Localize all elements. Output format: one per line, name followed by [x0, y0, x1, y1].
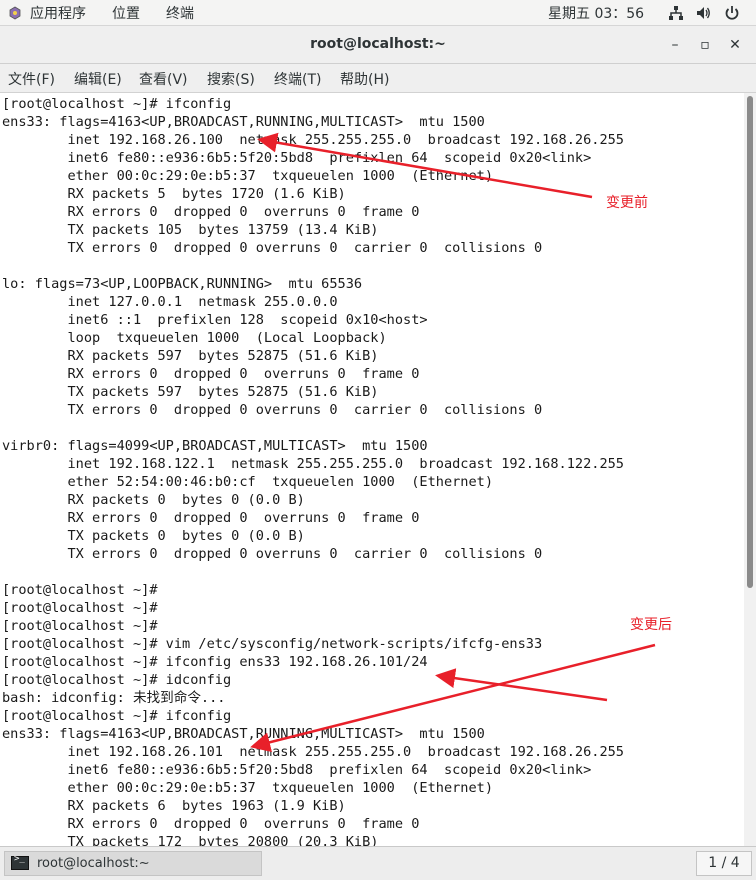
menu-terminal[interactable]: 终端(T) — [274, 69, 321, 89]
terminal-line: TX errors 0 dropped 0 overruns 0 carrier… — [2, 240, 543, 256]
terminal-line: inet 127.0.0.1 netmask 255.0.0.0 — [2, 294, 338, 310]
terminal-line: [root@localhost ~]# — [2, 582, 158, 598]
terminal-icon: >_ — [11, 854, 29, 870]
terminal-line: RX errors 0 dropped 0 overruns 0 frame 0 — [2, 366, 420, 382]
terminal-line: lo: flags=73<UP,LOOPBACK,RUNNING> mtu 65… — [2, 276, 363, 292]
menu-help[interactable]: 帮助(H) — [340, 69, 389, 89]
terminal-line: ether 00:0c:29:0e:b5:37 txqueuelen 1000 … — [2, 168, 494, 184]
volume-icon[interactable] — [695, 5, 711, 21]
taskbar-task-label: root@localhost:~ — [37, 856, 150, 871]
terminal-line: TX packets 597 bytes 52875 (51.6 KiB) — [2, 384, 379, 400]
terminal-line: TX errors 0 dropped 0 overruns 0 carrier… — [2, 546, 543, 562]
scrollbar-thumb[interactable] — [747, 96, 753, 588]
terminal-line: RX packets 5 bytes 1720 (1.6 KiB) — [2, 186, 346, 202]
terminal-line: [root@localhost ~]# ifconfig — [2, 96, 232, 112]
terminal-line: RX packets 597 bytes 52875 (51.6 KiB) — [2, 348, 379, 364]
terminal-line: RX packets 0 bytes 0 (0.0 B) — [2, 492, 305, 508]
terminal-line: ether 00:0c:29:0e:b5:37 txqueuelen 1000 … — [2, 780, 494, 796]
places-menu[interactable]: 位置 — [112, 3, 140, 23]
terminal-line: TX packets 105 bytes 13759 (13.4 KiB) — [2, 222, 379, 238]
clock[interactable]: 星期五 03：56 — [548, 3, 644, 23]
terminal-line: RX packets 6 bytes 1963 (1.9 KiB) — [2, 798, 346, 814]
maximize-button[interactable]: ▫ — [692, 32, 718, 58]
top-bar: 应用程序 位置 终端 星期五 03：56 — [0, 0, 756, 26]
terminal-line: RX errors 0 dropped 0 overruns 0 frame 0 — [2, 816, 420, 832]
menu-edit[interactable]: 编辑(E) — [74, 69, 122, 89]
menu-file[interactable]: 文件(F) — [8, 69, 55, 89]
terminal-line: TX errors 0 dropped 0 overruns 0 carrier… — [2, 402, 543, 418]
terminal-scrollbar[interactable] — [744, 93, 756, 846]
terminal-line: loop txqueuelen 1000 (Local Loopback) — [2, 330, 387, 346]
terminal-line: ens33: flags=4163<UP,BROADCAST,RUNNING,M… — [2, 114, 485, 130]
terminal-line: inet 192.168.26.101 netmask 255.255.255.… — [2, 744, 624, 760]
terminal-line: TX packets 0 bytes 0 (0.0 B) — [2, 528, 305, 544]
terminal-line: ether 52:54:00:46:b0:cf txqueuelen 1000 … — [2, 474, 494, 490]
menu-view[interactable]: 查看(V) — [139, 69, 188, 89]
menu-search[interactable]: 搜索(S) — [207, 69, 255, 89]
network-icon[interactable] — [668, 5, 684, 21]
terminal-line: [root@localhost ~]# ifconfig ens33 192.1… — [2, 654, 428, 670]
terminal-line: [root@localhost ~]# — [2, 600, 158, 616]
taskbar-terminal-button[interactable]: >_ root@localhost:~ — [4, 851, 262, 876]
terminal-line: [root@localhost ~]# — [2, 618, 158, 634]
terminal-app-menu[interactable]: 终端 — [166, 3, 194, 23]
apps-icon[interactable] — [8, 5, 22, 20]
close-button[interactable]: ✕ — [722, 32, 748, 58]
terminal-line: [root@localhost ~]# vim /etc/sysconfig/n… — [2, 636, 543, 652]
terminal-line: virbr0: flags=4099<UP,BROADCAST,MULTICAS… — [2, 438, 428, 454]
terminal-line: RX errors 0 dropped 0 overruns 0 frame 0 — [2, 204, 420, 220]
terminal-line: inet6 fe80::e936:6b5:5f20:5bd8 prefixlen… — [2, 150, 592, 166]
window-title-bar[interactable]: root@localhost:~ – ▫ ✕ — [0, 26, 756, 64]
terminal-line: [root@localhost ~]# idconfig — [2, 672, 232, 688]
terminal-line: bash: idconfig: 未找到命令... — [2, 690, 226, 706]
applications-menu[interactable]: 应用程序 — [30, 3, 86, 23]
annotation-after-label: 变更后 — [630, 617, 672, 633]
terminal-line: inet6 ::1 prefixlen 128 scopeid 0x10<hos… — [2, 312, 428, 328]
terminal-line: RX errors 0 dropped 0 overruns 0 frame 0 — [2, 510, 420, 526]
terminal-line: ens33: flags=4163<UP,BROADCAST,RUNNING,M… — [2, 726, 485, 742]
menu-bar: 文件(F) 编辑(E) 查看(V) 搜索(S) 终端(T) 帮助(H) — [0, 64, 756, 93]
terminal-line: inet 192.168.26.100 netmask 255.255.255.… — [2, 132, 624, 148]
workspace-pager[interactable]: 1 / 4 — [696, 851, 752, 876]
taskbar: >_ root@localhost:~ 1 / 4 — [0, 846, 756, 880]
window-title: root@localhost:~ — [310, 36, 446, 52]
terminal-line: inet 192.168.122.1 netmask 255.255.255.0… — [2, 456, 624, 472]
terminal-line: TX packets 172 bytes 20800 (20.3 KiB) — [2, 834, 379, 846]
terminal-line: inet6 fe80::e936:6b5:5f20:5bd8 prefixlen… — [2, 762, 592, 778]
terminal-line: [root@localhost ~]# ifconfig — [2, 708, 232, 724]
power-icon[interactable] — [724, 5, 740, 21]
annotation-before-label: 变更前 — [606, 195, 648, 211]
minimize-button[interactable]: – — [662, 32, 688, 58]
